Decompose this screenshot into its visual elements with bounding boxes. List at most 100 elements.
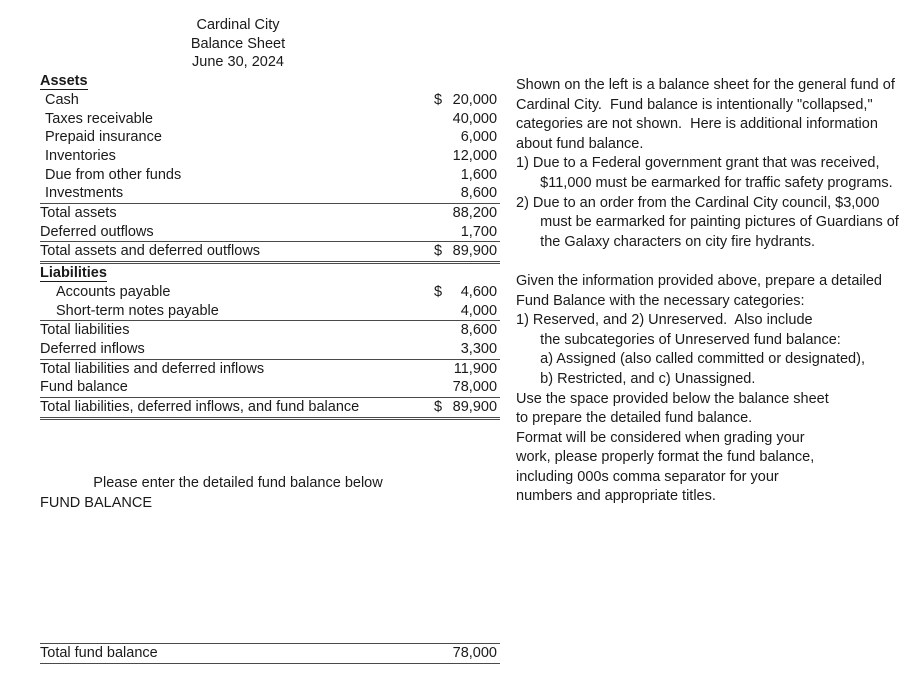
row-amount: 3,300 (460, 340, 498, 357)
statement-name: Balance Sheet (190, 35, 286, 52)
row-amount: 89,900 (450, 397, 501, 420)
answer-instruction: Please enter the detailed fund balance b… (93, 475, 383, 491)
section-heading-liabilities: Liabilities (40, 263, 500, 283)
instruction-line: 2) Due to an order from the Cardinal Cit… (516, 194, 880, 211)
table-row: Short-term notes payable 4,000 (40, 302, 500, 321)
row-label: Total liabilities and deferred inflows (40, 358, 434, 379)
instruction-line: a) Assigned (also called committed or de… (516, 351, 865, 368)
row-currency (434, 223, 450, 242)
row-label: Cash (45, 91, 79, 108)
row-amount: 20,000 (452, 91, 498, 108)
instruction-line: to prepare the detailed fund balance. (516, 410, 753, 427)
row-currency (434, 184, 450, 203)
instruction-line: Format will be considered when grading y… (516, 429, 805, 446)
row-label: Total liabilities (40, 320, 434, 340)
row-currency (434, 378, 450, 397)
row-currency: $ (434, 397, 450, 420)
instruction-line: numbers and appropriate titles. (516, 488, 716, 505)
instruction-line: categories are not shown. Here is additi… (516, 116, 878, 133)
statement-header: Cardinal City Balance Sheet June 30, 202… (40, 16, 436, 72)
row-label: Total assets (40, 203, 434, 223)
balance-sheet: Cardinal City Balance Sheet June 30, 202… (40, 16, 501, 420)
table-row-total-assets-deferred: Total assets and deferred outflows $ 89,… (40, 241, 501, 265)
table-row: Deferred outflows 1,700 (40, 223, 500, 242)
row-amount: 88,200 (450, 203, 501, 223)
total-fund-balance-table: Total fund balance 78,000 (40, 643, 500, 664)
row-currency (434, 340, 450, 359)
row-amount: 4,000 (460, 302, 498, 319)
row-currency (434, 358, 450, 379)
row-currency (434, 203, 450, 223)
table-row-total-liabilities: Total liabilities 8,600 (40, 320, 501, 340)
row-amount: 11,900 (450, 358, 501, 379)
table-row: Taxes receivable 40,000 (40, 110, 500, 129)
balance-sheet-table: Assets Cash $ 20,000 Taxes receivable 40… (40, 72, 501, 420)
row-label: Total assets and deferred outflows (40, 241, 434, 265)
instruction-line: Given the information provided above, pr… (516, 272, 882, 289)
row-label: Short-term notes payable (56, 302, 219, 319)
row-currency (434, 320, 450, 340)
section-heading-label: Liabilities (40, 265, 107, 283)
row-label: Deferred inflows (40, 340, 145, 357)
instructions-panel: Shown on the left is a balance sheet for… (516, 76, 916, 507)
row-label: Fund balance (40, 379, 128, 396)
row-currency (434, 110, 450, 129)
row-label: Total liabilities, deferred inflows, and… (40, 397, 434, 420)
row-amount: 12,000 (452, 147, 498, 164)
row-amount: 40,000 (452, 110, 498, 127)
table-row-grand-total: Total liabilities, deferred inflows, and… (40, 397, 501, 420)
instruction-line: about fund balance. (516, 135, 644, 152)
instruction-line: the Galaxy characters on city fire hydra… (516, 233, 815, 250)
row-amount: 78,000 (450, 643, 500, 664)
section-heading-label: Assets (40, 73, 88, 91)
table-row-fund-balance: Fund balance 78,000 (40, 378, 500, 397)
row-currency (434, 643, 450, 664)
row-amount: 4,600 (460, 283, 498, 300)
row-label: Investments (45, 185, 124, 202)
row-amount: 78,000 (452, 379, 498, 396)
table-row: Accounts payable $ 4,600 (40, 283, 500, 302)
row-label: Due from other funds (45, 166, 182, 183)
row-amount: 8,600 (460, 185, 498, 202)
section-heading-assets: Assets (40, 72, 500, 91)
row-amount: 6,000 (460, 129, 498, 146)
table-row-total-fund-balance: Total fund balance 78,000 (40, 643, 500, 664)
row-label: Accounts payable (56, 283, 171, 300)
row-amount: 89,900 (450, 241, 501, 265)
instruction-line-blank (516, 252, 916, 272)
table-row-total-liabilities-deferred: Total liabilities and deferred inflows 1… (40, 358, 501, 379)
row-amount: 1,600 (460, 166, 498, 183)
row-amount: 1,700 (460, 223, 498, 240)
instruction-line: b) Restricted, and c) Unassigned. (516, 370, 756, 387)
row-currency: $ (434, 283, 443, 300)
row-label: Deferred outflows (40, 223, 154, 240)
answer-prompt: Please enter the detailed fund balance b… (40, 474, 500, 512)
table-row: Inventories 12,000 (40, 147, 500, 166)
row-currency (434, 166, 450, 185)
instruction-line: Fund Balance with the necessary categori… (516, 292, 805, 309)
statement-date: June 30, 2024 (192, 54, 284, 71)
row-currency (434, 128, 450, 147)
row-currency: $ (434, 91, 443, 108)
instruction-line: work, please properly format the fund ba… (516, 449, 815, 466)
instruction-line: Cardinal City. Fund balance is intention… (516, 96, 873, 113)
row-label: Taxes receivable (45, 110, 153, 127)
row-currency (434, 302, 450, 321)
instruction-line: including 000s comma separator for your (516, 468, 779, 485)
instruction-line: 1) Due to a Federal government grant tha… (516, 155, 880, 172)
table-row: Cash $ 20,000 (40, 91, 500, 110)
instruction-line: must be earmarked for painting pictures … (516, 214, 899, 231)
table-row: Investments 8,600 (40, 184, 500, 203)
instruction-line: Shown on the left is a balance sheet for… (516, 77, 895, 93)
instruction-line: Use the space provided below the balance… (516, 390, 829, 407)
table-row: Due from other funds 1,600 (40, 166, 500, 185)
instruction-line: $11,000 must be earmarked for traffic sa… (516, 174, 893, 191)
instruction-line: 1) Reserved, and 2) Unreserved. Also inc… (516, 312, 813, 329)
table-row: Deferred inflows 3,300 (40, 340, 500, 359)
table-row: Prepaid insurance 6,000 (40, 128, 500, 147)
fund-balance-section-title: FUND BALANCE (40, 494, 152, 511)
row-label: Prepaid insurance (45, 129, 162, 146)
row-label: Inventories (45, 147, 116, 164)
instruction-line: the subcategories of Unreserved fund bal… (516, 331, 841, 348)
entity-name: Cardinal City (196, 17, 280, 33)
